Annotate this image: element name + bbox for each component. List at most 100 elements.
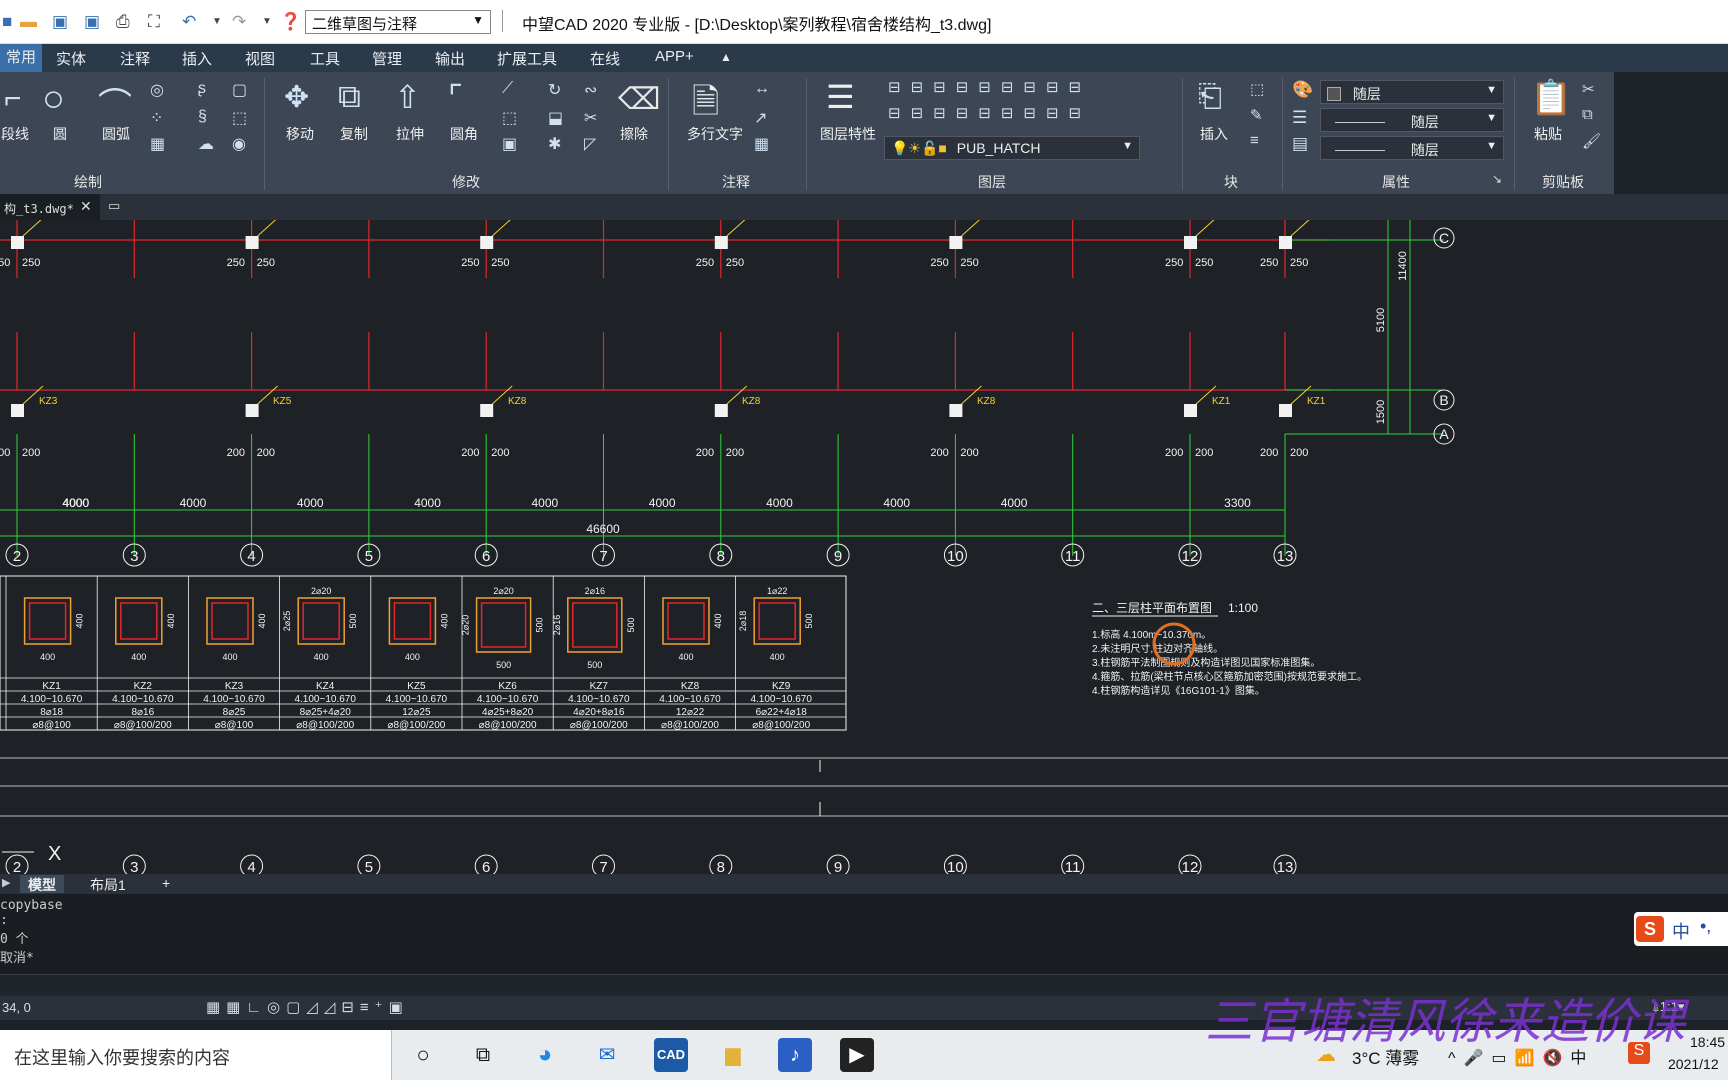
app-menu-icon[interactable]: ■ bbox=[2, 12, 12, 32]
help-icon[interactable]: ❓ bbox=[280, 12, 301, 32]
undo-icon[interactable]: ↶ bbox=[182, 12, 196, 32]
fillet-label[interactable]: 圆角 bbox=[446, 124, 482, 144]
fillet-icon[interactable]: ⌜ bbox=[448, 78, 463, 116]
tab-tools[interactable]: 工具 bbox=[310, 48, 340, 69]
save-icon[interactable]: ▣ bbox=[52, 12, 68, 32]
tab-output[interactable]: 输出 bbox=[435, 48, 465, 69]
trim-icon[interactable]: ⟋ bbox=[502, 80, 513, 98]
tab-app-plus[interactable]: APP+ bbox=[655, 48, 694, 65]
mail-icon[interactable]: ✉ bbox=[590, 1038, 624, 1072]
cut-icon[interactable]: ✂ bbox=[1582, 80, 1595, 98]
tab-solid[interactable]: 实体 bbox=[56, 48, 86, 69]
insert-label[interactable]: 插入 bbox=[1196, 124, 1232, 144]
tab-scroll-icon[interactable]: ▶ bbox=[2, 876, 10, 889]
lineweight-select[interactable]: 随层 ▼ bbox=[1320, 136, 1504, 160]
file-explorer-icon[interactable]: ▆ bbox=[716, 1038, 750, 1072]
copy-icon[interactable]: ⧉ bbox=[338, 78, 361, 116]
scale-icon[interactable]: ⬓ bbox=[548, 108, 563, 128]
paste-label[interactable]: 粘贴 bbox=[1528, 124, 1568, 144]
copy-clip-icon[interactable]: ⧉ bbox=[1582, 106, 1593, 123]
media-app-icon[interactable]: ♪ bbox=[778, 1038, 812, 1072]
ellipse-icon[interactable]: ◎ bbox=[150, 80, 164, 100]
drafting-toggles-icon[interactable]: ▦▦∟◎▢◿◿⊟≡⁺▣ bbox=[206, 998, 409, 1016]
circle-icon[interactable]: ○ bbox=[42, 78, 65, 121]
region-icon[interactable]: ⬚ bbox=[232, 108, 247, 128]
attribute-icon[interactable]: ≡ bbox=[1250, 132, 1259, 149]
transparency-icon[interactable]: ▤ bbox=[1292, 134, 1308, 154]
print-icon[interactable]: ⎙ bbox=[116, 12, 130, 32]
leader-icon[interactable]: ↗ bbox=[754, 108, 767, 128]
dimension-icon[interactable]: ↔ bbox=[754, 80, 770, 98]
arc-label[interactable]: 圆弧 bbox=[96, 124, 136, 144]
explode-icon[interactable]: ✱ bbox=[548, 134, 561, 154]
stretch-label[interactable]: 拉伸 bbox=[392, 124, 428, 144]
spline-icon[interactable]: ʂ bbox=[198, 80, 206, 98]
tab-model[interactable]: 模型 bbox=[20, 875, 64, 893]
close-icon[interactable]: ✕ bbox=[80, 198, 92, 215]
rectangle-icon[interactable]: ▢ bbox=[232, 80, 247, 100]
join-icon[interactable]: ∾ bbox=[584, 80, 597, 100]
cloud-icon[interactable]: ☁ bbox=[198, 134, 214, 154]
redo-icon[interactable]: ↷ bbox=[232, 12, 246, 32]
paste-icon[interactable]: 📋 bbox=[1530, 78, 1572, 118]
drawing-svg[interactable]: 5100150011400CBAKZ3KZ5KZ8KZ8KZ8KZ1KZ1250… bbox=[0, 217, 1728, 878]
layer-properties-icon[interactable]: ☰ bbox=[826, 78, 855, 116]
eraser-icon[interactable]: ⌫ bbox=[618, 82, 660, 117]
point-icon[interactable]: ⁘ bbox=[150, 108, 163, 128]
table-icon[interactable]: ▦ bbox=[754, 134, 769, 154]
mirror-icon[interactable]: ⬚ bbox=[502, 108, 517, 128]
drawing-canvas[interactable]: 5100150011400CBAKZ3KZ5KZ8KZ8KZ8KZ1KZ1250… bbox=[0, 217, 1728, 878]
move-icon[interactable]: ✥ bbox=[284, 80, 309, 115]
format-painter-icon[interactable]: 🖌 bbox=[1582, 132, 1601, 150]
create-block-icon[interactable]: ⬚ bbox=[1250, 80, 1264, 98]
tab-add-layout[interactable]: + bbox=[154, 875, 178, 893]
workspace-select[interactable]: 二维草图与注释 ▼ bbox=[305, 10, 491, 34]
stretch-icon[interactable]: ⇧ bbox=[394, 78, 421, 116]
tab-insert[interactable]: 插入 bbox=[182, 48, 212, 69]
lineweight-icon[interactable]: ☰ bbox=[1292, 108, 1307, 128]
ime-toolbar[interactable]: S 中 •, bbox=[1634, 912, 1728, 946]
color-select[interactable]: 随层 ▼ bbox=[1320, 80, 1504, 104]
tab-layout1[interactable]: 布局1 bbox=[82, 875, 134, 893]
edit-block-icon[interactable]: ✎ bbox=[1250, 106, 1263, 124]
insert-block-icon[interactable]: ⎗ bbox=[1198, 80, 1222, 114]
move-label[interactable]: 移动 bbox=[282, 124, 318, 144]
taskbar-search[interactable]: 在这里输入你要搜索的内容 bbox=[0, 1030, 392, 1080]
tab-view[interactable]: 视图 bbox=[245, 48, 275, 69]
copy-label[interactable]: 复制 bbox=[336, 124, 372, 144]
offset-icon[interactable]: § bbox=[198, 108, 207, 126]
rotate-icon[interactable]: ↻ bbox=[548, 80, 561, 100]
tab-online[interactable]: 在线 bbox=[590, 48, 620, 69]
mtext-label[interactable]: 多行文字 bbox=[680, 124, 750, 144]
layer-tools-row2-icon[interactable]: ⊟⊟⊟⊟⊟⊟⊟⊟⊟ bbox=[888, 104, 1091, 122]
erase-label[interactable]: 擦除 bbox=[614, 124, 654, 144]
tab-annotate[interactable]: 注释 bbox=[120, 48, 150, 69]
open-icon[interactable]: ▬ bbox=[20, 12, 37, 32]
arc-icon[interactable]: ⌒ bbox=[98, 78, 132, 127]
redo-dropdown-icon[interactable]: ▼ bbox=[262, 16, 272, 27]
array-icon[interactable]: ▣ bbox=[502, 134, 517, 154]
chamfer-icon[interactable]: ◸ bbox=[584, 134, 596, 154]
tab-home[interactable]: 常用 bbox=[0, 44, 43, 72]
ribbon-minimize-icon[interactable]: ▲ bbox=[720, 50, 732, 64]
match-properties-icon[interactable]: 🎨 bbox=[1292, 80, 1313, 100]
polyline-label[interactable]: 段线 bbox=[0, 124, 30, 144]
linetype-select[interactable]: 随层 ▼ bbox=[1320, 108, 1504, 132]
zwcad-icon[interactable]: CAD bbox=[654, 1038, 688, 1072]
break-icon[interactable]: ✂ bbox=[584, 108, 597, 128]
hatch-icon[interactable]: ▦ bbox=[150, 134, 165, 154]
tab-manage[interactable]: 管理 bbox=[372, 48, 402, 69]
edge-icon[interactable]: ◕ bbox=[528, 1038, 562, 1072]
polyline-icon[interactable]: ⌐ bbox=[4, 82, 22, 116]
task-view-icon[interactable]: ⧉ bbox=[466, 1038, 500, 1072]
circle-label[interactable]: 圆 bbox=[48, 124, 72, 144]
layer-select[interactable]: 💡☀🔓■ PUB_HATCH ▼ bbox=[884, 136, 1140, 160]
camera-app-icon[interactable]: ▶ bbox=[840, 1038, 874, 1072]
tab-extended-tools[interactable]: 扩展工具 bbox=[497, 48, 557, 69]
new-tab-icon[interactable]: ▭ bbox=[108, 198, 120, 214]
save-as-icon[interactable]: ▣ bbox=[84, 12, 100, 32]
donut-icon[interactable]: ◉ bbox=[232, 134, 246, 154]
command-window[interactable]: copybase : 0 个 取消* bbox=[0, 894, 1728, 974]
cortana-icon[interactable]: ○ bbox=[406, 1038, 440, 1072]
layer-tools-row1-icon[interactable]: ⊟⊟⊟⊟⊟⊟⊟⊟⊟ bbox=[888, 78, 1091, 96]
